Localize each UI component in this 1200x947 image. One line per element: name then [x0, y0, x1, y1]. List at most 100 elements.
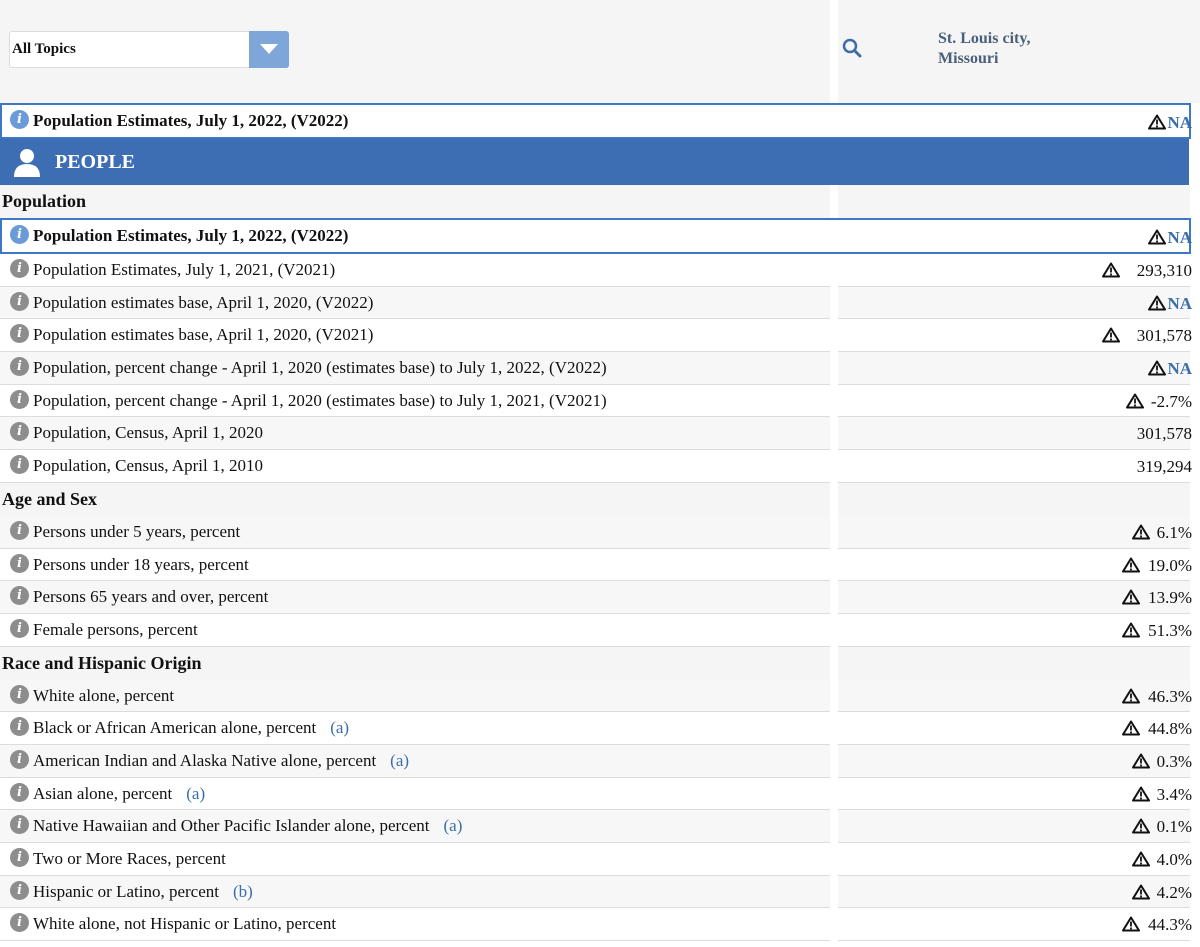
person-icon [14, 149, 40, 177]
topic-select-value: All Topics [12, 41, 76, 57]
warning-triangle-icon[interactable] [1132, 786, 1150, 802]
highlighted-row[interactable]: i Population Estimates, July 1, 2022, (V… [0, 218, 1200, 254]
warning-triangle-icon[interactable] [1122, 688, 1140, 704]
section-title: Age and Sex [2, 488, 98, 509]
footnote-link[interactable]: (a) [390, 751, 409, 770]
table-row[interactable]: i White alone, not Hispanic or Latino, p… [0, 908, 1200, 942]
geography-name[interactable]: St. Louis city, Missouri [938, 29, 1138, 69]
warning-triangle-icon[interactable] [1126, 393, 1144, 409]
section-header-population: Population [0, 185, 1200, 218]
people-section-bar[interactable]: PEOPLE [0, 139, 1189, 185]
table-row[interactable]: i Black or African American alone, perce… [0, 712, 1200, 745]
warning-triangle-icon[interactable] [1148, 295, 1166, 311]
table-row[interactable]: i Persons under 5 years, percent 6.1% [0, 515, 1200, 549]
row-label: White alone, not Hispanic or Latino, per… [33, 914, 336, 934]
topic-select-button[interactable] [249, 31, 289, 68]
table-row[interactable]: i Persons 65 years and over, percent 13.… [0, 581, 1200, 614]
row-label: Population, Census, April 1, 2010 [33, 456, 263, 476]
row-value: 19.0% [1148, 555, 1192, 575]
row-value: 319,294 [1136, 457, 1192, 477]
row-value: NA [1167, 228, 1192, 247]
table-row[interactable]: i Two or More Races, percent 4.0% [0, 843, 1200, 876]
info-icon[interactable]: i [10, 848, 29, 867]
warning-triangle-icon[interactable] [1122, 916, 1140, 932]
footnote-link[interactable]: (a) [186, 784, 205, 803]
table-row[interactable]: i Persons under 18 years, percent 19.0% [0, 548, 1200, 582]
footnote-link[interactable]: (b) [233, 882, 253, 901]
row-value: 44.3% [1148, 915, 1192, 935]
warning-triangle-icon[interactable] [1132, 524, 1150, 540]
info-icon[interactable]: i [10, 618, 29, 638]
row-label: Population Estimates, July 1, 2021, (V20… [33, 260, 336, 279]
row-label-text: Black or African American alone, percent [33, 718, 317, 738]
row-value: 293,310 [1136, 261, 1192, 280]
table-row[interactable]: i Asian alone, percent (a) 3.4% [0, 777, 1200, 811]
chevron-down-icon [260, 44, 278, 54]
info-icon[interactable]: i [10, 225, 29, 244]
footnote-link[interactable]: (a) [330, 718, 349, 737]
info-icon[interactable]: i [10, 455, 29, 475]
row-label: Population, percent change - April 1, 20… [33, 358, 607, 378]
warning-triangle-icon[interactable] [1122, 720, 1140, 736]
table-row[interactable]: i Population, percent change - April 1, … [0, 384, 1200, 418]
warning-triangle-icon[interactable] [1148, 229, 1166, 245]
row-label-text: White alone, not Hispanic or Latino, per… [33, 914, 337, 934]
warning-triangle-icon[interactable] [1102, 327, 1120, 343]
pinned-row[interactable]: i Population Estimates, July 1, 2022, (V… [0, 103, 1200, 139]
facts-table: i Population Estimates, July 1, 2022, (V… [0, 103, 1200, 942]
row-label: Hispanic or Latino, percent (b) [33, 882, 253, 902]
info-icon[interactable]: i [10, 553, 29, 573]
table-row[interactable]: i Female persons, percent 51.3% [0, 613, 1200, 647]
row-value: -2.7% [1150, 391, 1192, 411]
info-icon[interactable]: i [10, 259, 29, 278]
row-label: Population estimates base, April 1, 2020… [33, 325, 374, 345]
table-row[interactable]: i Population, percent change - April 1, … [0, 352, 1200, 385]
row-label-text: American Indian and Alaska Native alone,… [33, 750, 377, 770]
warning-triangle-icon[interactable] [1132, 818, 1150, 834]
info-icon[interactable]: i [10, 880, 29, 900]
row-value: 301,578 [1136, 326, 1192, 346]
header-topic-area: All Topics [0, 0, 830, 103]
section-title: Race and Hispanic Origin [2, 652, 202, 673]
search-icon[interactable] [842, 38, 862, 58]
footnote-link[interactable]: (a) [444, 816, 463, 835]
table-row[interactable]: i Population, Census, April 1, 2010 319,… [0, 450, 1200, 483]
info-icon[interactable]: i [10, 782, 29, 802]
warning-triangle-icon[interactable] [1102, 262, 1120, 278]
info-icon[interactable]: i [10, 749, 29, 769]
row-label: Population Estimates, July 1, 2022, (V20… [33, 111, 349, 130]
table-row[interactable]: i Population Estimates, July 1, 2021, (V… [0, 254, 1200, 287]
topic-select[interactable]: All Topics [9, 31, 289, 68]
row-value: 46.3% [1148, 686, 1192, 706]
info-icon[interactable]: i [10, 684, 29, 704]
table-row[interactable]: i Hispanic or Latino, percent (b) 4.2% [0, 875, 1200, 909]
table-row[interactable]: i White alone, percent 46.3% [0, 679, 1200, 713]
table-row[interactable]: i American Indian and Alaska Native alon… [0, 744, 1200, 778]
table-row[interactable]: i Population estimates base, April 1, 20… [0, 286, 1200, 320]
table-row[interactable]: i Population estimates base, April 1, 20… [0, 319, 1200, 353]
warning-triangle-icon[interactable] [1148, 360, 1166, 376]
info-icon[interactable]: i [10, 520, 29, 540]
warning-triangle-icon[interactable] [1132, 884, 1150, 900]
row-label-text: White alone, percent [33, 685, 175, 705]
info-icon[interactable]: i [10, 291, 29, 311]
row-label-text: Two or More Races, percent [33, 849, 226, 868]
info-icon[interactable]: i [10, 389, 29, 409]
warning-triangle-icon[interactable] [1148, 114, 1166, 130]
info-icon[interactable]: i [10, 110, 29, 129]
table-row[interactable]: i Population, Census, April 1, 2020 301,… [0, 417, 1200, 451]
row-label: Persons under 18 years, percent [33, 554, 249, 574]
warning-triangle-icon[interactable] [1122, 589, 1140, 605]
warning-triangle-icon[interactable] [1132, 753, 1150, 769]
section-title: Population [2, 191, 87, 211]
row-value: 0.1% [1156, 817, 1192, 837]
warning-triangle-icon[interactable] [1132, 851, 1150, 867]
warning-triangle-icon[interactable] [1122, 622, 1140, 638]
row-value: 0.3% [1156, 751, 1192, 771]
info-icon[interactable]: i [10, 357, 29, 377]
warning-triangle-icon[interactable] [1122, 557, 1140, 573]
row-value: NA [1167, 293, 1192, 313]
row-label-text: Native Hawaiian and Other Pacific Island… [33, 816, 430, 836]
row-value: 44.8% [1148, 719, 1192, 739]
table-row[interactable]: i Native Hawaiian and Other Pacific Isla… [0, 810, 1200, 843]
